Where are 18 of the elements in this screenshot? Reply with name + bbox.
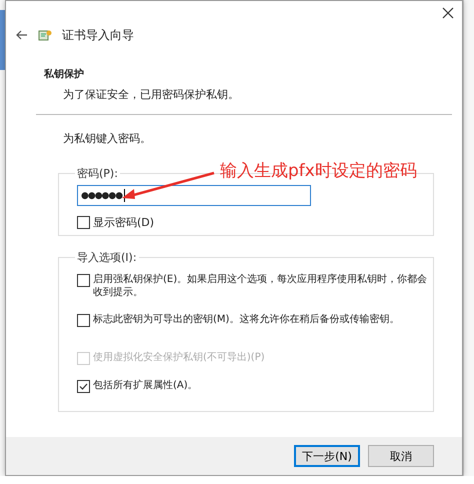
window-title: 证书导入向导 — [62, 26, 134, 44]
certificate-icon — [38, 28, 52, 42]
group-legend: 导入选项(I): — [75, 250, 139, 265]
check-icon — [78, 381, 89, 392]
annotation-text: 输入生成pfx时设定的密码 — [220, 160, 417, 182]
close-icon[interactable] — [442, 7, 454, 19]
prompt-text: 为私钥键入密码。 — [63, 131, 152, 146]
option-checkbox[interactable]: 启用强私钥保护(E)。如果启用这个选项，每次应用程序使用私钥时，你都会收到提示。 — [77, 273, 433, 299]
group-legend: 密码(P): — [75, 166, 120, 181]
cancel-button[interactable]: 取消 — [368, 445, 434, 467]
next-button[interactable]: 下一步(N) — [294, 445, 360, 467]
option-checkbox[interactable]: 包括所有扩展属性(A)。 — [77, 379, 433, 393]
back-arrow-icon[interactable] — [16, 30, 28, 40]
password-field[interactable]: ●●●●●● — [77, 185, 311, 206]
option-checkbox[interactable]: 标志此密钥为可导出的密钥(M)。这将允许你在稍后备份或传输密钥。 — [77, 313, 433, 327]
show-password-checkbox[interactable]: 显示密码(D) — [77, 215, 433, 230]
section-subtitle: 为了保证安全，已用密码保护私钥。 — [63, 87, 240, 102]
section-title: 私钥保护 — [44, 67, 85, 81]
